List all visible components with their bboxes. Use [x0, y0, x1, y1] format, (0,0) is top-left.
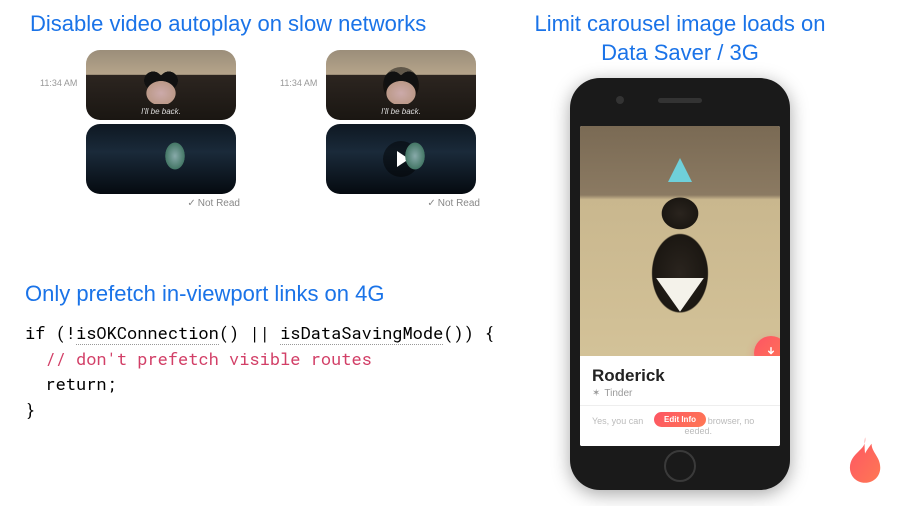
play-icon[interactable] — [383, 141, 419, 177]
check-icon: ✓ — [187, 198, 195, 209]
profile-card-info: Roderick ✶ Tinder — [580, 356, 780, 406]
phone-speaker — [658, 98, 702, 103]
bandana-graphic — [656, 278, 704, 312]
edit-info-button[interactable]: Edit Info — [654, 412, 706, 427]
home-button[interactable] — [664, 450, 696, 482]
video-caption: I'll be back. — [86, 107, 236, 116]
tinder-logo-icon — [838, 434, 890, 486]
chat-message-video-2-paused — [326, 124, 476, 194]
chat-message-video-1: I'll be back. — [86, 50, 236, 120]
chat-timestamp: 11:34 AM — [280, 50, 320, 88]
read-status: ✓Not Read — [280, 198, 480, 209]
heading-carousel: Limit carousel image loads on Data Saver… — [510, 10, 850, 67]
profile-source: ✶ Tinder — [592, 388, 768, 399]
phone-frame: Roderick ✶ Tinder Yes, you can in your b… — [570, 78, 790, 490]
chat-message-video-1-paused: I'll be back. — [326, 50, 476, 120]
chat-timestamp: 11:34 AM — [40, 50, 80, 88]
chat-column-autoplay: 11:34 AM I'll be back. ✓Not Read — [40, 50, 240, 209]
play-icon[interactable] — [383, 67, 419, 103]
phone-camera — [616, 96, 624, 104]
source-icon: ✶ — [592, 388, 600, 399]
profile-name: Roderick — [592, 366, 768, 386]
profile-description: Yes, you can in your browser, no eeded. … — [580, 406, 780, 446]
party-hat-graphic — [668, 158, 692, 182]
video-caption: I'll be back. — [326, 107, 476, 116]
chat-column-no-autoplay: 11:34 AM I'll be back. ✓Not Read — [280, 50, 480, 209]
phone-screen: Roderick ✶ Tinder Yes, you can in your b… — [580, 126, 780, 446]
check-icon: ✓ — [427, 198, 435, 209]
heading-autoplay: Disable video autoplay on slow networks — [30, 10, 426, 39]
read-status: ✓Not Read — [40, 198, 240, 209]
code-snippet: if (!isOKConnection() || isDataSavingMod… — [25, 320, 494, 422]
chat-comparison: 11:34 AM I'll be back. ✓Not Read 11:34 A… — [40, 50, 480, 209]
chat-message-video-2 — [86, 124, 236, 194]
profile-photo[interactable] — [580, 126, 780, 356]
heading-prefetch: Only prefetch in-viewport links on 4G — [25, 280, 385, 309]
